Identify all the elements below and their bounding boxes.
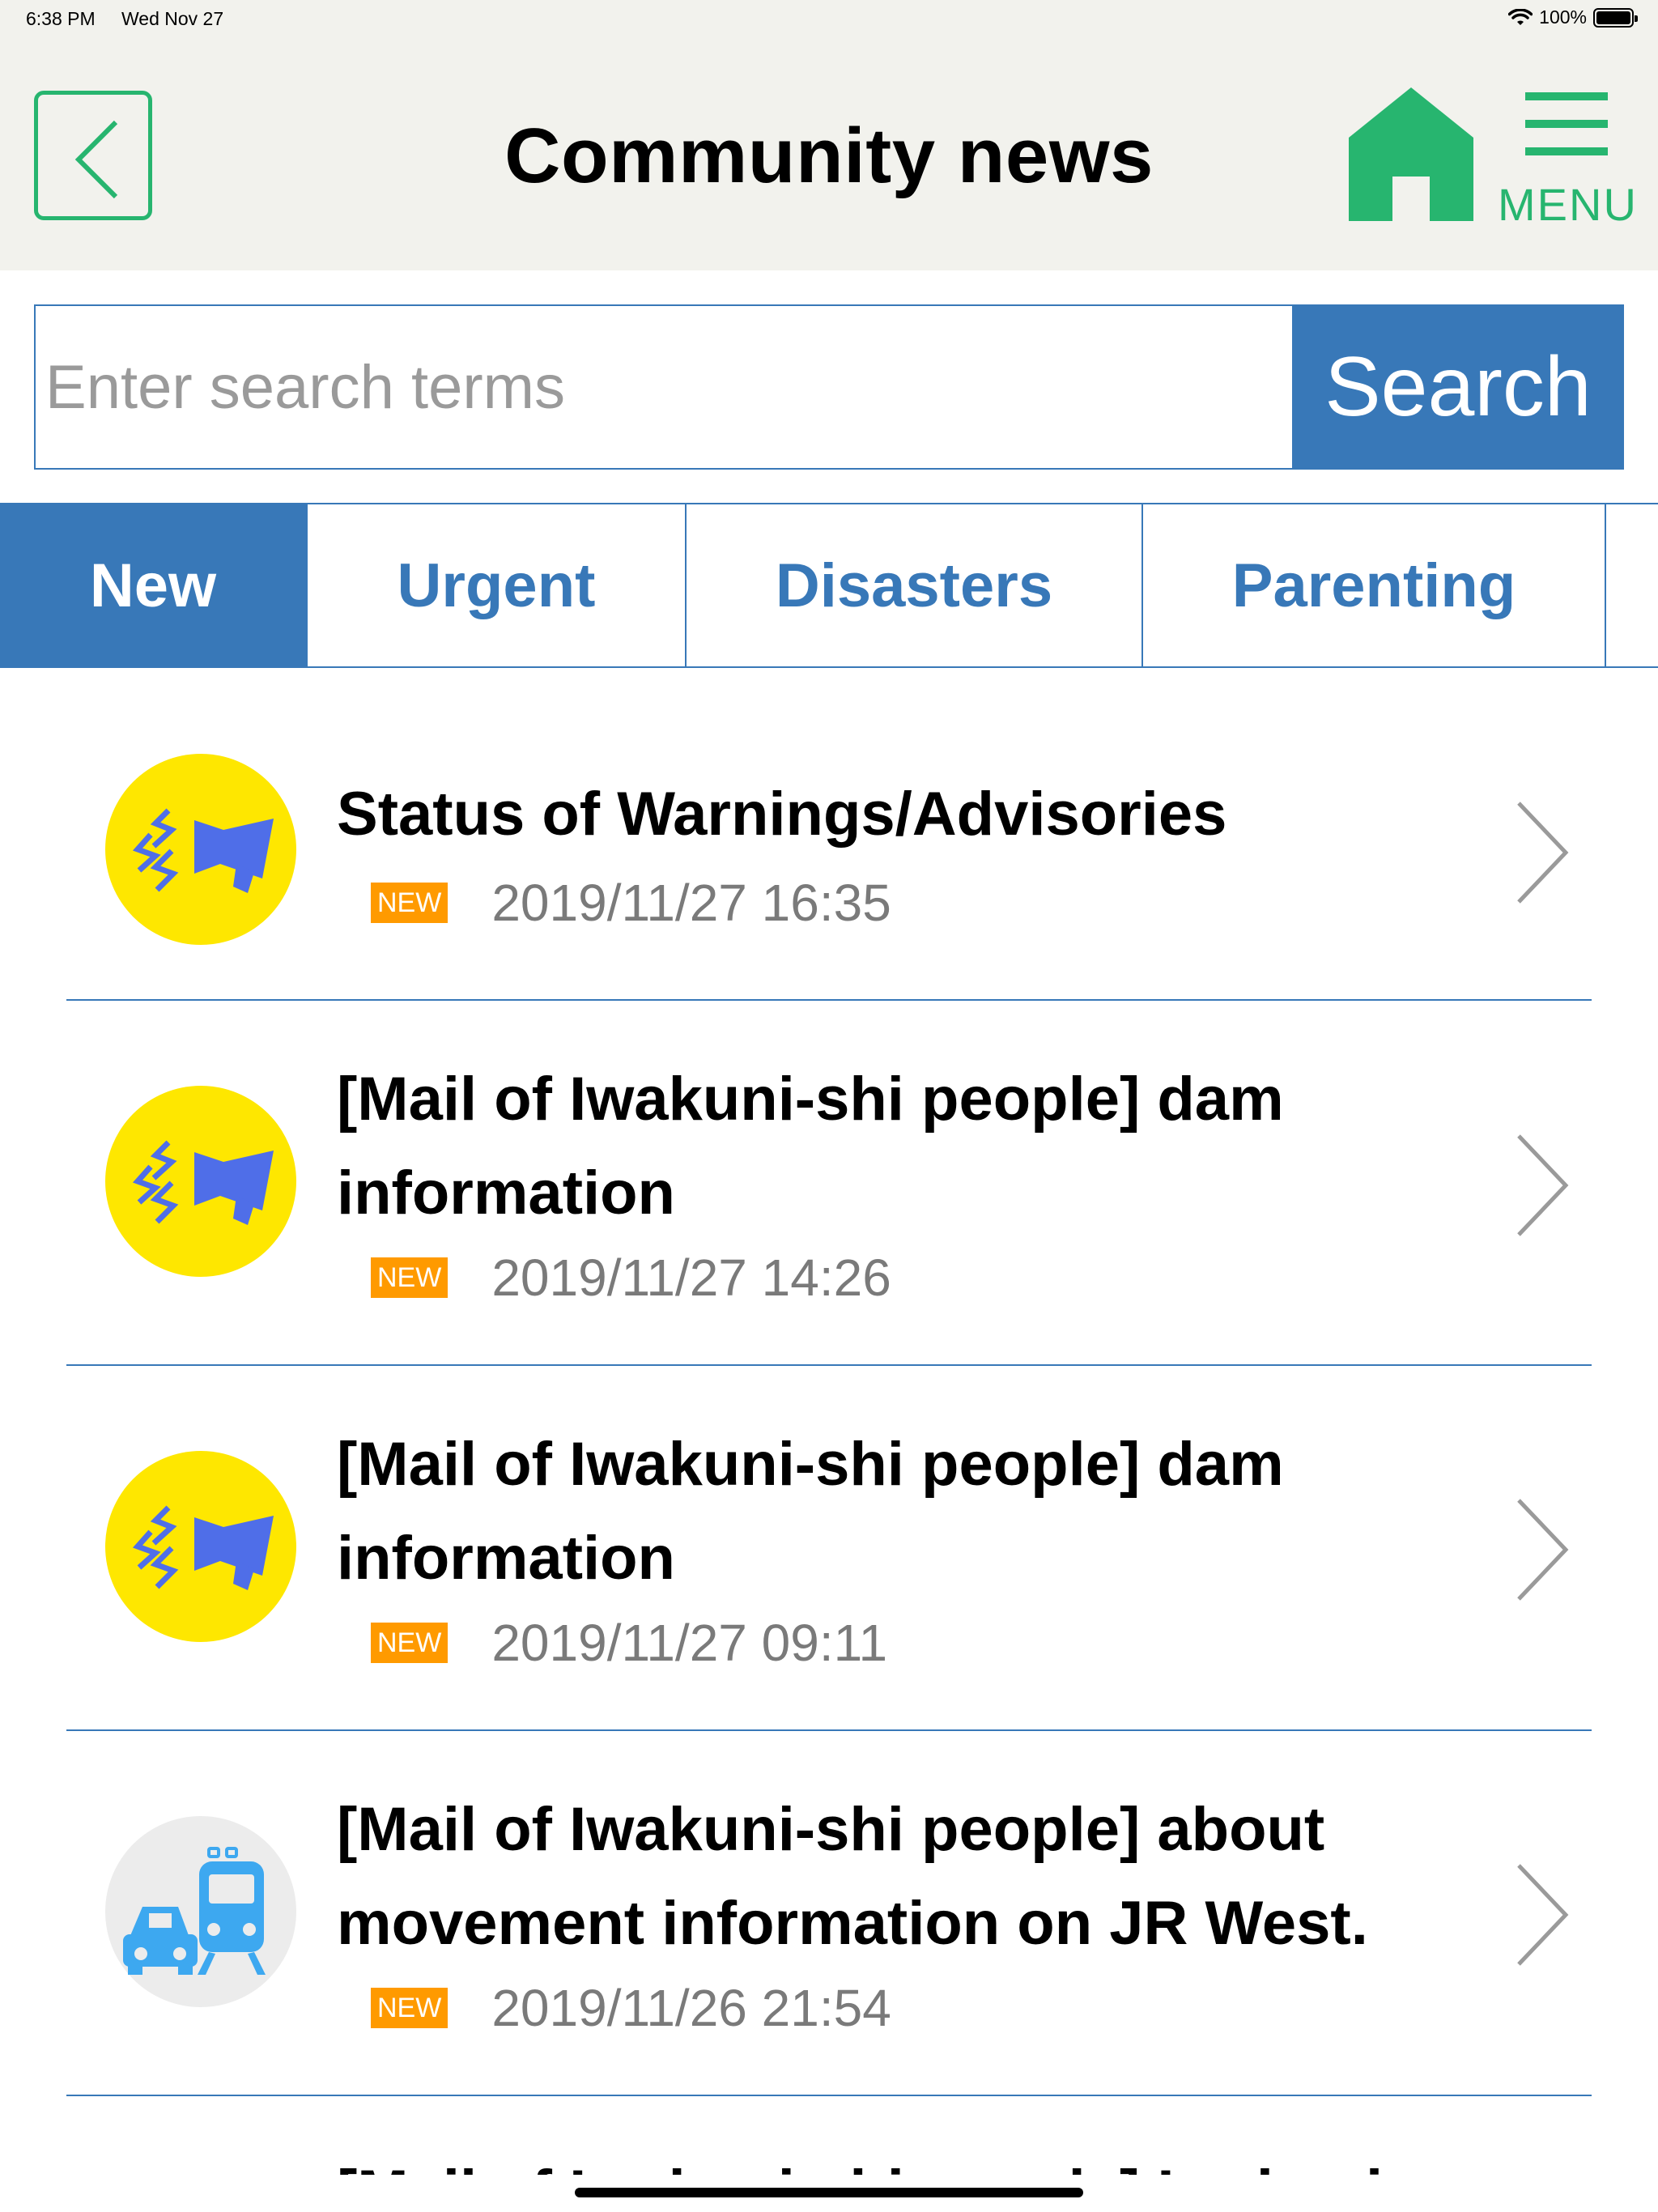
tab-parenting[interactable]: Parenting [1143, 504, 1606, 666]
home-indicator[interactable] [575, 2188, 1083, 2197]
menu-label: MENU [1498, 179, 1638, 230]
news-list-item[interactable]: [Mail of Iwakuni-shi people] dam informa… [66, 1366, 1592, 1731]
tab-disasters[interactable]: Disasters [687, 504, 1143, 666]
news-title: Status of Warnings/Advisories [337, 780, 1227, 849]
news-title: [Mail of Iwakuni-shi people] dam informa… [337, 1065, 1284, 1227]
news-title: [Mail of Iwakuni-shi people] dam informa… [337, 1430, 1284, 1593]
status-bar: 6:38 PM Wed Nov 27 100% [0, 0, 1658, 39]
news-list-item[interactable]: Status of Warnings/Advisories NEW 2019/1… [66, 669, 1592, 1001]
tab-new[interactable]: New [0, 504, 308, 666]
category-tabs: New Urgent Disasters Parenting [0, 503, 1658, 668]
new-badge: NEW [371, 883, 449, 923]
app-header: Community news MENU [0, 39, 1658, 270]
megaphone-icon [105, 1451, 296, 1642]
home-button[interactable] [1349, 87, 1473, 221]
news-title-partial[interactable]: [Mail of Iwakuni-shi people] Iwakuni [337, 2146, 1383, 2175]
news-date: 2019/11/26 21:54 [491, 1979, 891, 2037]
chevron-right-icon [1517, 1499, 1569, 1601]
news-meta: NEW 2019/11/27 09:11 [371, 1613, 887, 1673]
news-title: [Mail of Iwakuni-shi people] about movem… [337, 1795, 1368, 1958]
new-badge: NEW [371, 1623, 449, 1663]
wifi-icon [1508, 8, 1533, 25]
chevron-right-icon [1517, 802, 1569, 904]
megaphone-icon [105, 754, 296, 945]
hamburger-icon [1525, 92, 1608, 155]
chevron-right-icon [1517, 1864, 1569, 1966]
news-list-item[interactable]: [Mail of Iwakuni-shi people] dam informa… [66, 1001, 1592, 1366]
home-icon [1349, 87, 1473, 221]
chevron-right-icon [1517, 1134, 1569, 1236]
new-badge: NEW [371, 1988, 449, 2028]
news-meta: NEW 2019/11/27 14:26 [371, 1248, 891, 1308]
news-meta: NEW 2019/11/26 21:54 [371, 1978, 891, 2038]
transport-icon [105, 1816, 296, 2007]
tab-urgent[interactable]: Urgent [308, 504, 687, 666]
megaphone-icon [105, 1086, 296, 1277]
battery-percent: 100% [1539, 6, 1587, 28]
news-date: 2019/11/27 09:11 [491, 1614, 888, 1672]
search-input[interactable] [34, 304, 1294, 470]
battery-icon [1593, 7, 1638, 28]
status-time: 6:38 PM [26, 8, 96, 29]
tab-more-partial[interactable] [1606, 504, 1658, 666]
news-list-item[interactable]: [Mail of Iwakuni-shi people] about movem… [66, 1731, 1592, 2096]
status-indicators: 100% [1508, 6, 1638, 28]
menu-button[interactable]: MENU [1498, 87, 1638, 233]
news-date: 2019/11/27 14:26 [491, 1249, 891, 1307]
news-meta: NEW 2019/11/27 16:35 [371, 873, 891, 933]
status-date: Wed Nov 27 [121, 8, 224, 29]
new-badge: NEW [371, 1257, 449, 1298]
news-date: 2019/11/27 16:35 [491, 874, 891, 932]
search-button[interactable]: Search [1292, 304, 1624, 470]
